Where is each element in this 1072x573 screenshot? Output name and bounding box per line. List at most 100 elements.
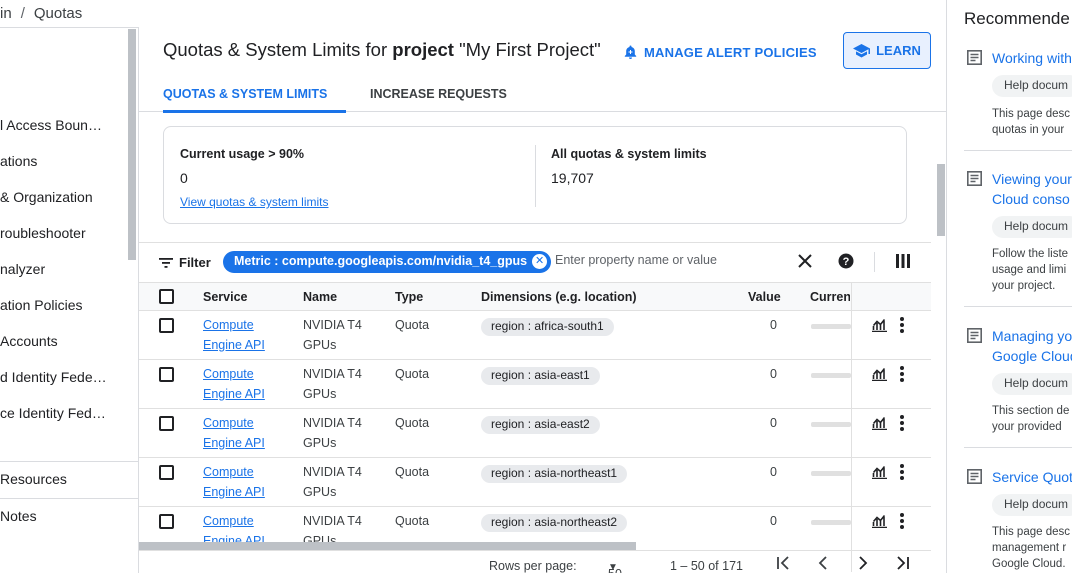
more-vert-icon — [900, 366, 904, 382]
sidebar-item-service-accounts[interactable]: Accounts — [0, 333, 58, 349]
sidebar-item-resources[interactable]: Resources — [0, 471, 67, 487]
usage-bar — [811, 422, 851, 427]
sidebar-item-analyzer[interactable]: nalyzer — [0, 261, 45, 277]
filter-input[interactable] — [555, 253, 775, 267]
manage-alert-policies-button[interactable]: MANAGE ALERT POLICIES — [623, 41, 817, 63]
doc-type-chip: Help docum — [992, 373, 1072, 395]
chevron-right-icon — [859, 556, 868, 570]
desc-line: Follow the liste — [992, 248, 1069, 260]
sidebar-scrollbar[interactable] — [128, 29, 136, 260]
value-cell: 0 — [770, 465, 777, 479]
tab-quotas-system-limits[interactable]: QUOTAS & SYSTEM LIMITS — [163, 75, 346, 113]
service-link[interactable]: Compute — [203, 465, 254, 479]
filter-button[interactable]: Filter — [159, 255, 211, 270]
metric-filter-text: Metric : compute.googleapis.com/nvidia_t… — [234, 254, 528, 268]
all-quotas-stat: All quotas & system limits 19,707 — [551, 147, 707, 186]
row-checkbox[interactable] — [159, 367, 174, 382]
col-value[interactable]: Value — [748, 290, 781, 304]
clear-filter-button[interactable] — [797, 253, 813, 274]
recommended-link[interactable]: Service Quot — [992, 467, 1072, 487]
sidebar-item-organization-policies[interactable]: ation Policies — [0, 297, 83, 313]
sidebar-item-access-boundary[interactable]: l Access Boun… — [0, 117, 102, 133]
row-checkbox[interactable] — [159, 318, 174, 333]
help-button[interactable]: ? — [838, 253, 854, 274]
usage-bar — [811, 373, 851, 378]
service-link[interactable]: Compute — [203, 367, 254, 381]
sidebar-nav: l Access Boun… ations & Organization rou… — [0, 27, 139, 573]
service-link[interactable]: Engine API — [203, 338, 265, 352]
column-display-button[interactable] — [896, 254, 910, 273]
service-link[interactable]: Compute — [203, 514, 254, 528]
sidebar-item-recommendations[interactable]: ations — [0, 153, 37, 169]
service-link[interactable]: Engine API — [203, 436, 265, 450]
col-dimensions[interactable]: Dimensions (e.g. location) — [481, 290, 637, 304]
row-actions-button[interactable] — [899, 513, 905, 534]
service-link[interactable]: Engine API — [203, 387, 265, 401]
sidebar-item-notes[interactable]: Notes — [0, 508, 37, 524]
monitoring-icon — [872, 368, 887, 382]
sidebar-item-organization[interactable]: & Organization — [0, 189, 93, 205]
row-checkbox[interactable] — [159, 465, 174, 480]
recommended-link[interactable]: Managing yo Google Cloud — [992, 326, 1072, 366]
desc-line: your provided — [992, 421, 1062, 433]
row-checkbox[interactable] — [159, 514, 174, 529]
learn-button[interactable]: LEARN — [843, 32, 931, 69]
school-icon — [853, 43, 871, 57]
link-line: Cloud conso — [992, 191, 1070, 207]
recommended-divider — [964, 306, 1072, 307]
chart-button[interactable] — [872, 416, 887, 435]
chart-button[interactable] — [872, 367, 887, 386]
row-actions-button[interactable] — [899, 464, 905, 485]
chart-button[interactable] — [872, 514, 887, 533]
value-cell: 0 — [770, 514, 777, 528]
view-quotas-link[interactable]: View quotas & system limits — [180, 195, 329, 209]
sidebar-item-workforce-identity[interactable]: ce Identity Fed… — [0, 405, 106, 421]
recommended-desc: This section de your provided — [992, 403, 1069, 435]
select-all-checkbox[interactable] — [159, 289, 174, 304]
service-link[interactable]: Engine API — [203, 534, 265, 542]
table-horizontal-scrollbar[interactable] — [139, 542, 636, 550]
row-actions-button[interactable] — [899, 415, 905, 436]
usage-value: 0 — [180, 170, 188, 186]
service-link[interactable]: Compute — [203, 416, 254, 430]
recommended-link[interactable]: Working with — [992, 48, 1072, 68]
sticky-column-divider — [851, 282, 852, 572]
col-current[interactable]: Current — [810, 290, 850, 304]
table-row: Compute Engine API NVIDIA T4 GPUs Quota re… — [139, 409, 931, 458]
row-actions-button[interactable] — [899, 317, 905, 338]
title-prefix: Quotas & System Limits for — [163, 39, 393, 60]
name-line: NVIDIA T4 — [303, 318, 362, 332]
col-type[interactable]: Type — [395, 290, 423, 304]
service-link[interactable]: Engine API — [203, 485, 265, 499]
metric-filter-chip[interactable]: Metric : compute.googleapis.com/nvidia_t… — [223, 251, 552, 273]
col-name[interactable]: Name — [303, 290, 337, 304]
name-cell: NVIDIA T4 GPUs — [303, 364, 362, 404]
service-link[interactable]: Compute — [203, 318, 254, 332]
name-line: GPUs — [303, 534, 337, 542]
prev-page-button[interactable] — [816, 556, 830, 573]
more-vert-icon — [900, 513, 904, 529]
row-checkbox[interactable] — [159, 416, 174, 431]
sidebar-item-workload-identity[interactable]: d Identity Fede… — [0, 369, 107, 385]
next-page-button[interactable] — [856, 556, 870, 573]
value-cell: 0 — [770, 367, 777, 381]
chip-close-icon[interactable]: ✕ — [532, 254, 548, 269]
recommended-desc: This page desc management r Google Cloud. — [992, 524, 1070, 572]
link-line: Working with — [992, 50, 1072, 66]
last-page-button[interactable] — [896, 556, 910, 573]
col-service[interactable]: Service — [203, 290, 247, 304]
main-scrollbar[interactable] — [937, 164, 945, 236]
rows-per-page-select[interactable]: 50 ▼ — [608, 559, 622, 573]
name-line: NVIDIA T4 — [303, 416, 362, 430]
monitoring-icon — [872, 319, 887, 333]
tab-increase-requests[interactable]: INCREASE REQUESTS — [370, 75, 507, 112]
chart-button[interactable] — [872, 318, 887, 337]
breadcrumb-parent[interactable]: in — [0, 5, 12, 22]
doc-type-chip: Help docum — [992, 216, 1072, 238]
usage-bar — [811, 471, 851, 476]
chart-button[interactable] — [872, 465, 887, 484]
sidebar-item-troubleshooter[interactable]: roubleshooter — [0, 225, 86, 241]
recommended-link[interactable]: Viewing your Cloud conso — [992, 169, 1072, 209]
row-actions-button[interactable] — [899, 366, 905, 387]
first-page-button[interactable] — [776, 556, 790, 573]
